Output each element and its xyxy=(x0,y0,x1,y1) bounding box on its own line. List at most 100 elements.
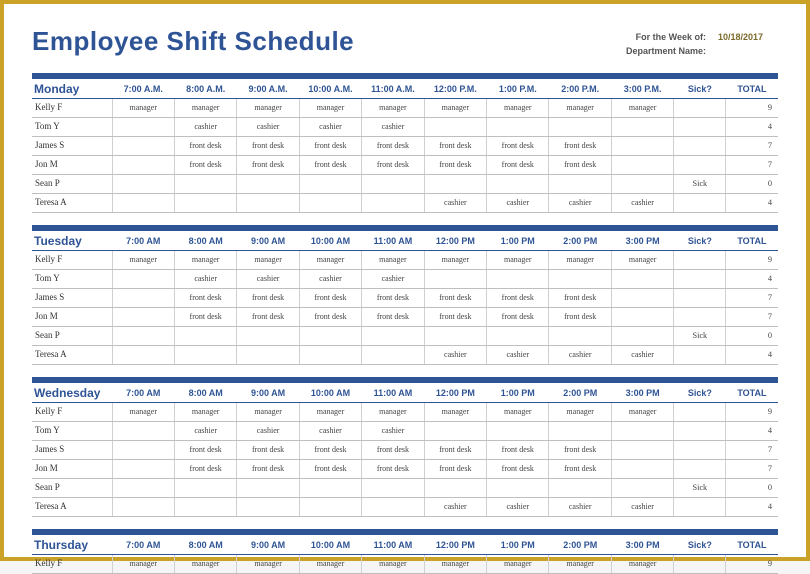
shift-cell: front desk xyxy=(174,307,236,326)
total-cell: 9 xyxy=(726,554,778,573)
meta-dept: Department Name: xyxy=(626,44,778,58)
time-header: 12:00 PM xyxy=(424,383,486,403)
meta-week-value: 10/18/2017 xyxy=(718,30,772,44)
shift-cell: manager xyxy=(299,98,361,117)
day-table: Thursday7:00 AM8:00 AM9:00 AM10:00 AM11:… xyxy=(32,529,778,574)
shift-cell: cashier xyxy=(237,117,299,136)
total-cell: 4 xyxy=(726,497,778,516)
table-row: Jon Mfront deskfront deskfront deskfront… xyxy=(32,155,778,174)
employee-name: Sean P xyxy=(32,326,112,345)
time-header: 11:00 AM xyxy=(362,383,424,403)
sick-cell xyxy=(674,307,726,326)
sick-cell xyxy=(674,459,726,478)
shift-cell: manager xyxy=(362,98,424,117)
day-table: Tuesday7:00 AM8:00 AM9:00 AM10:00 AM11:0… xyxy=(32,225,778,365)
shift-cell: front desk xyxy=(424,155,486,174)
total-cell: 4 xyxy=(726,117,778,136)
shift-cell: cashier xyxy=(424,193,486,212)
shift-cell: cashier xyxy=(362,269,424,288)
employee-name: Teresa A xyxy=(32,497,112,516)
shift-cell: cashier xyxy=(549,345,611,364)
shift-cell: front desk xyxy=(549,307,611,326)
employee-name: Sean P xyxy=(32,478,112,497)
shift-cell: manager xyxy=(549,250,611,269)
table-row: James Sfront deskfront deskfront deskfro… xyxy=(32,288,778,307)
table-row: Tom Ycashiercashiercashiercashier4 xyxy=(32,421,778,440)
shift-cell xyxy=(611,440,673,459)
day-name: Thursday xyxy=(32,535,112,555)
shift-cell xyxy=(362,174,424,193)
shift-cell: front desk xyxy=(549,288,611,307)
sick-cell xyxy=(674,136,726,155)
shift-cell xyxy=(237,478,299,497)
shift-cell xyxy=(549,269,611,288)
shift-cell xyxy=(424,421,486,440)
shift-cell: manager xyxy=(174,554,236,573)
shift-cell xyxy=(237,326,299,345)
table-row: Jon Mfront deskfront deskfront deskfront… xyxy=(32,459,778,478)
time-header: 9:00 AM xyxy=(237,383,299,403)
shift-cell: manager xyxy=(424,250,486,269)
shift-cell: cashier xyxy=(611,193,673,212)
day-table: Monday7:00 A.M.8:00 A.M.9:00 A.M.10:00 A… xyxy=(32,73,778,213)
employee-name: James S xyxy=(32,288,112,307)
sick-cell xyxy=(674,402,726,421)
day-name: Tuesday xyxy=(32,231,112,251)
shift-cell: front desk xyxy=(362,155,424,174)
shift-cell: front desk xyxy=(174,459,236,478)
shift-cell: front desk xyxy=(549,136,611,155)
shift-cell: manager xyxy=(611,554,673,573)
table-row: Kelly Fmanagermanagermanagermanagermanag… xyxy=(32,554,778,573)
shift-cell xyxy=(362,193,424,212)
shift-cell xyxy=(549,117,611,136)
total-cell: 4 xyxy=(726,421,778,440)
shift-cell: cashier xyxy=(362,421,424,440)
sick-cell xyxy=(674,98,726,117)
shift-cell: cashier xyxy=(549,193,611,212)
day-name: Wednesday xyxy=(32,383,112,403)
total-cell: 7 xyxy=(726,288,778,307)
shift-cell xyxy=(424,269,486,288)
shift-cell: front desk xyxy=(549,440,611,459)
sick-cell xyxy=(674,497,726,516)
shift-cell: manager xyxy=(362,402,424,421)
employee-name: Jon M xyxy=(32,155,112,174)
time-header: 1:00 PM xyxy=(487,231,549,251)
shift-cell xyxy=(362,326,424,345)
total-cell: 9 xyxy=(726,402,778,421)
shift-cell xyxy=(611,326,673,345)
shift-cell xyxy=(611,136,673,155)
shift-cell: manager xyxy=(362,554,424,573)
shift-cell xyxy=(362,478,424,497)
shift-cell: manager xyxy=(549,402,611,421)
time-header: 9:00 AM xyxy=(237,231,299,251)
shift-cell: manager xyxy=(112,98,174,117)
shift-cell: manager xyxy=(174,250,236,269)
table-row: Teresa Acashiercashiercashiercashier4 xyxy=(32,497,778,516)
total-cell: 7 xyxy=(726,136,778,155)
shift-cell: cashier xyxy=(237,269,299,288)
employee-name: Kelly F xyxy=(32,250,112,269)
shift-cell xyxy=(112,307,174,326)
time-header: 7:00 AM xyxy=(112,535,174,555)
time-header: 2:00 P.M. xyxy=(549,79,611,99)
day-table: Wednesday7:00 AM8:00 AM9:00 AM10:00 AM11… xyxy=(32,377,778,517)
shift-cell: front desk xyxy=(362,136,424,155)
total-cell: 4 xyxy=(726,193,778,212)
employee-name: Sean P xyxy=(32,174,112,193)
shift-cell: front desk xyxy=(362,288,424,307)
shift-cell xyxy=(112,478,174,497)
shift-cell: cashier xyxy=(174,117,236,136)
shift-cell: manager xyxy=(611,98,673,117)
table-row: Sean PSick0 xyxy=(32,478,778,497)
shift-cell xyxy=(112,326,174,345)
sick-header: Sick? xyxy=(674,231,726,251)
shift-cell: manager xyxy=(237,250,299,269)
meta-box: For the Week of: 10/18/2017 Department N… xyxy=(626,30,778,59)
schedule-body: Monday7:00 A.M.8:00 A.M.9:00 A.M.10:00 A… xyxy=(32,73,778,574)
total-cell: 7 xyxy=(726,307,778,326)
employee-name: Tom Y xyxy=(32,117,112,136)
time-header: 8:00 AM xyxy=(174,231,236,251)
shift-cell: manager xyxy=(424,554,486,573)
time-header: 7:00 AM xyxy=(112,231,174,251)
